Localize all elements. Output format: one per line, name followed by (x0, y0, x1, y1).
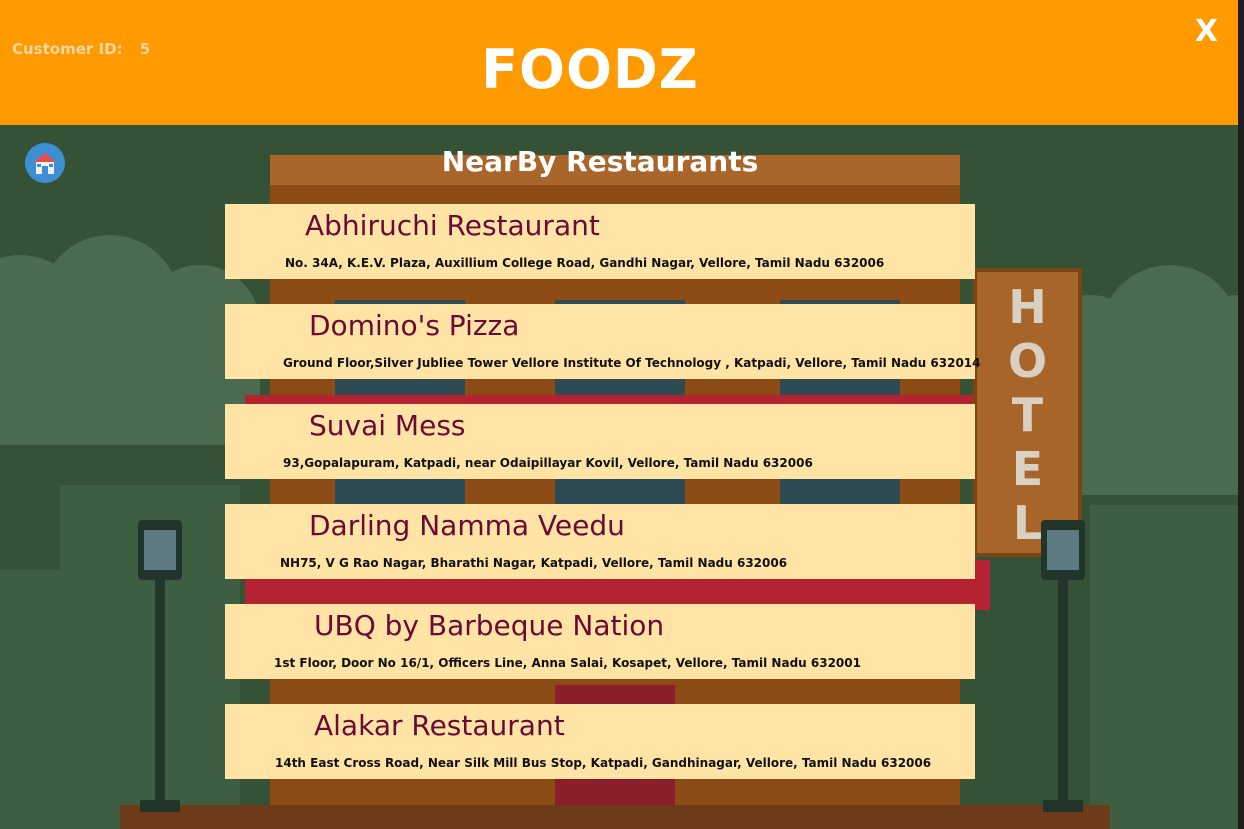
restaurant-name: Suvai Mess (309, 409, 466, 442)
restaurant-card[interactable]: Domino's Pizza Ground Floor,Silver Jubli… (225, 304, 981, 379)
restaurant-address: NH75, V G Rao Nagar, Bharathi Nagar, Kat… (280, 556, 788, 570)
restaurant-name: UBQ by Barbeque Nation (314, 609, 665, 642)
app-header: Customer ID: 5 FOODZ X (0, 0, 1238, 125)
window-edge (1238, 0, 1244, 829)
restaurant-address: 14th East Cross Road, Near Silk Mill Bus… (275, 756, 932, 770)
restaurant-address: 1st Floor, Door No 16/1, Officers Line, … (274, 656, 861, 670)
hotel-sign-letter: O (1007, 334, 1048, 388)
restaurant-name: Abhiruchi Restaurant (305, 209, 600, 242)
restaurant-address: No. 34A, K.E.V. Plaza, Auxillium College… (285, 256, 885, 270)
hotel-sign: H O T E L (985, 280, 1070, 550)
restaurant-card[interactable]: Darling Namma Veedu NH75, V G Rao Nagar,… (225, 504, 975, 579)
hotel-sign-letter: H (1008, 280, 1047, 334)
restaurant-name: Domino's Pizza (309, 309, 520, 342)
close-button[interactable]: X (1195, 14, 1218, 49)
restaurant-name: Alakar Restaurant (314, 709, 565, 742)
section-title: NearBy Restaurants (441, 145, 759, 178)
restaurant-name: Darling Namma Veedu (309, 509, 625, 542)
hotel-sign-letter: T (1011, 388, 1044, 442)
restaurant-card[interactable]: Abhiruchi Restaurant No. 34A, K.E.V. Pla… (225, 204, 975, 279)
app-title: FOODZ (481, 38, 699, 101)
restaurant-card[interactable]: UBQ by Barbeque Nation 1st Floor, Door N… (225, 604, 975, 679)
restaurant-card[interactable]: Alakar Restaurant 14th East Cross Road, … (225, 704, 975, 779)
hotel-sign-letter: E (1011, 442, 1044, 496)
restaurant-address: 93,Gopalapuram, Katpadi, near Odaipillay… (283, 456, 813, 470)
restaurant-address: Ground Floor,Silver Jubliee Tower Vellor… (283, 356, 981, 370)
hotel-sign-letter: L (1012, 496, 1043, 550)
restaurant-card[interactable]: Suvai Mess 93,Gopalapuram, Katpadi, near… (225, 404, 975, 479)
